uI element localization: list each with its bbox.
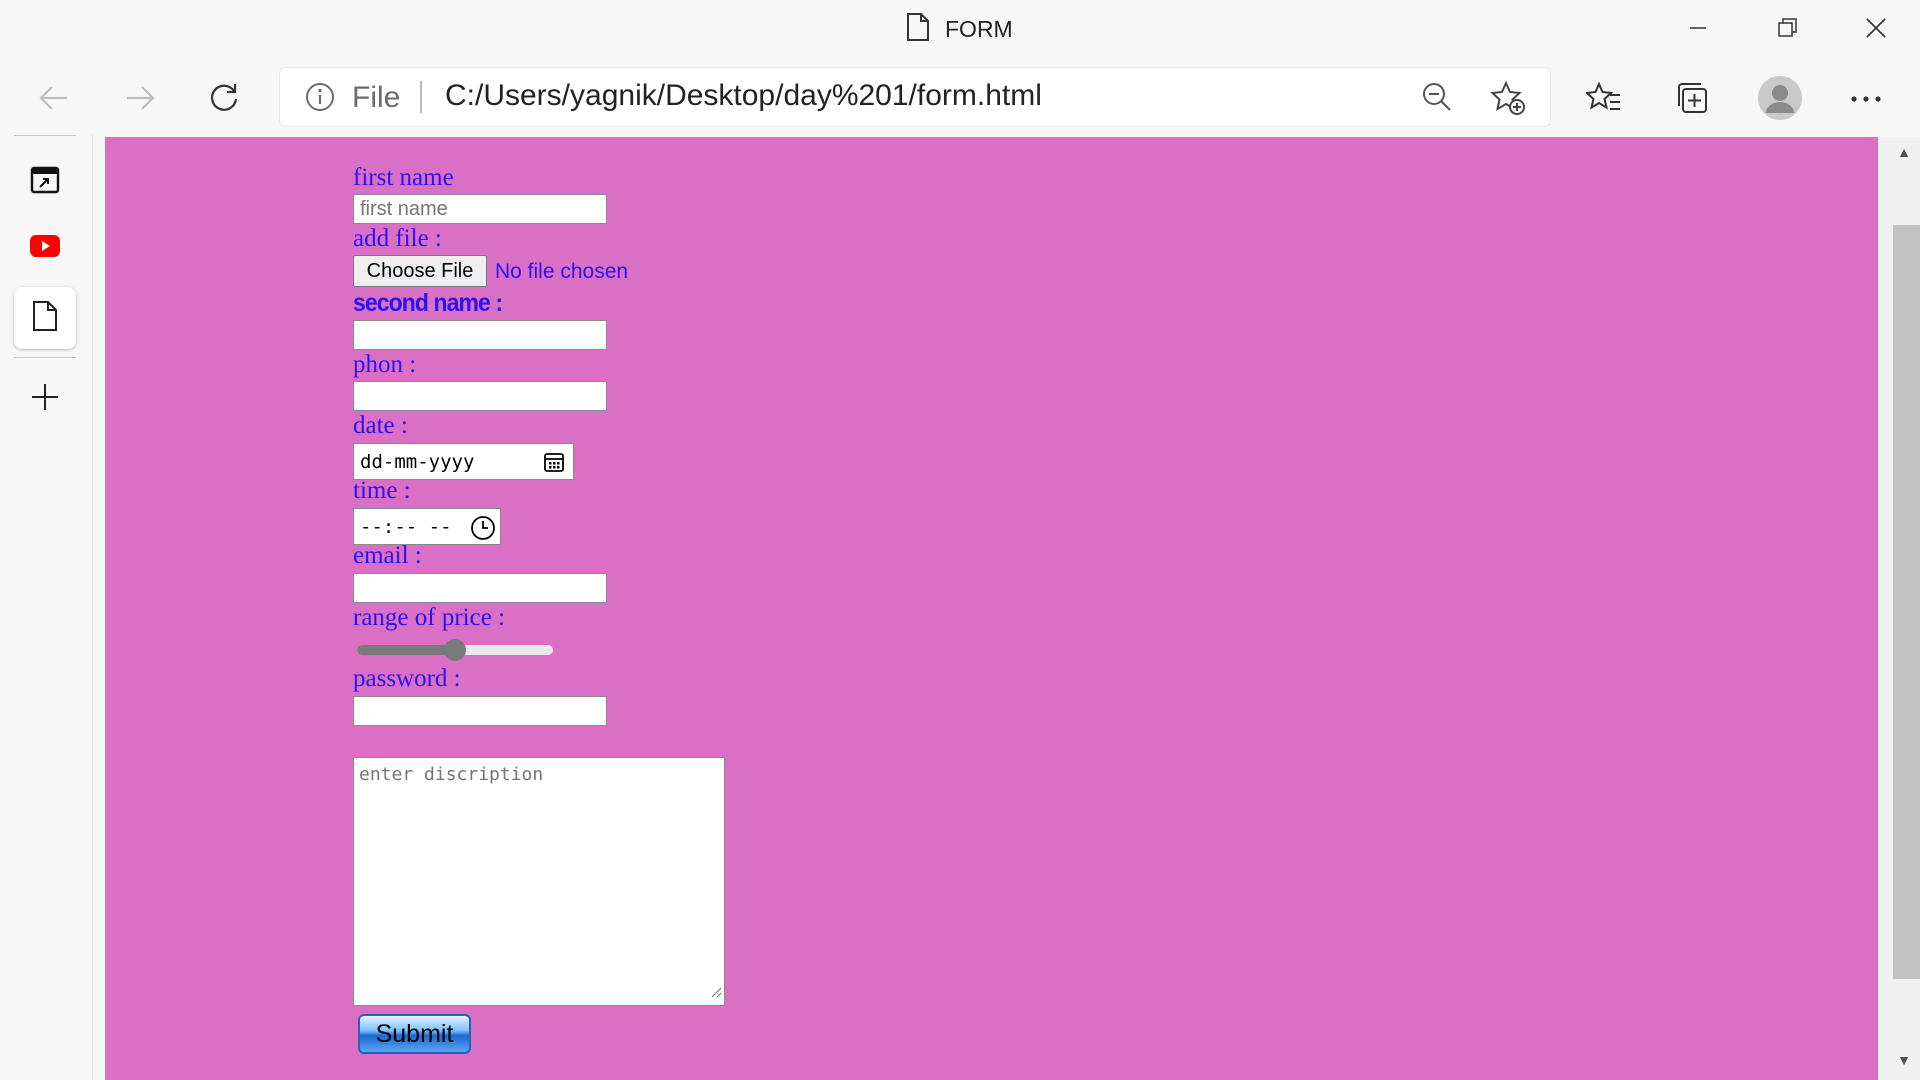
document-icon (31, 300, 59, 337)
time-placeholder: --:-- -- (360, 516, 452, 538)
refresh-icon (207, 81, 241, 120)
forward-button[interactable] (116, 76, 164, 124)
calendar-icon[interactable] (543, 451, 565, 478)
url-text[interactable]: C:/Users/yagnik/Desktop/day%201/form.htm… (445, 79, 1042, 113)
sidebar-item-youtube[interactable] (14, 217, 76, 279)
range-thumb[interactable] (444, 639, 466, 661)
price-range-slider[interactable] (357, 639, 553, 661)
phone-label: phon : (353, 351, 417, 378)
back-button[interactable] (30, 76, 78, 124)
address-divider (420, 81, 422, 113)
date-placeholder: dd-mm-yyyy (360, 451, 475, 473)
first-name-input[interactable] (353, 194, 607, 224)
window-title: FORM (905, 12, 1013, 47)
description-placeholder: enter discription (359, 764, 544, 785)
more-button[interactable] (1842, 76, 1890, 124)
collections-icon (1674, 80, 1710, 121)
info-icon[interactable] (304, 81, 336, 118)
youtube-icon (30, 234, 60, 262)
date-input[interactable]: dd-mm-yyyy (353, 443, 574, 480)
minimize-button[interactable] (1668, 10, 1728, 46)
close-button[interactable] (1846, 10, 1906, 46)
scroll-up-icon[interactable]: ▲ (1894, 144, 1914, 160)
password-input[interactable] (353, 696, 607, 726)
sidebar-divider (14, 357, 76, 358)
email-label: email : (353, 542, 422, 569)
phone-input[interactable] (353, 381, 607, 411)
app-icon (30, 165, 60, 200)
time-label: time : (353, 477, 411, 504)
title-bar: FORM (0, 0, 1920, 60)
favorites-icon (1584, 81, 1622, 120)
choose-file-button[interactable]: Choose File (353, 255, 487, 287)
email-input[interactable] (353, 573, 607, 603)
page-content: first name add file : Choose File No fil… (105, 137, 1878, 1080)
page-scrollbar[interactable]: ▲ ▼ (1878, 137, 1920, 1080)
browser-sidebar (0, 135, 93, 1080)
window-title-text: FORM (945, 16, 1013, 42)
sidebar-item-app[interactable] (14, 151, 76, 213)
browser-chrome: FORM File C:/Users/yagnik/Desktop/day%20… (0, 0, 1920, 135)
profile-button[interactable] (1754, 74, 1806, 126)
favorites-button[interactable] (1580, 76, 1628, 124)
address-bar[interactable]: File C:/Users/yagnik/Desktop/day%201/for… (280, 68, 1550, 126)
zoom-out-icon[interactable] (1420, 80, 1454, 119)
resize-handle-icon[interactable] (710, 982, 722, 1003)
no-file-text: No file chosen (495, 260, 629, 283)
scroll-down-icon[interactable]: ▼ (1894, 1052, 1914, 1068)
profile-avatar-icon (1757, 75, 1803, 126)
date-label: date : (353, 412, 408, 439)
description-textarea[interactable]: enter discription (353, 757, 725, 1006)
restore-button[interactable] (1758, 10, 1818, 46)
scheme-label: File (352, 81, 401, 114)
sidebar-item-document[interactable] (14, 287, 76, 349)
range-label: range of price : (353, 604, 506, 631)
second-name-label: second name : (353, 289, 503, 317)
first-name-label: first name (353, 164, 454, 191)
time-input[interactable]: --:-- -- (353, 508, 501, 545)
range-fill (357, 645, 455, 655)
collections-button[interactable] (1668, 76, 1716, 124)
clock-icon[interactable] (470, 515, 496, 546)
sidebar-item-add[interactable] (14, 368, 76, 430)
back-arrow-icon (37, 83, 71, 118)
sidebar-divider-top (14, 135, 76, 136)
scroll-thumb[interactable] (1893, 225, 1920, 979)
forward-arrow-icon (123, 83, 157, 118)
submit-button[interactable]: Submit (358, 1014, 471, 1054)
add-favorite-icon[interactable] (1490, 80, 1526, 121)
refresh-button[interactable] (200, 76, 248, 124)
password-label: password : (353, 665, 461, 692)
more-icon (1850, 91, 1882, 109)
add-icon (30, 382, 60, 417)
page-icon (905, 12, 931, 47)
add-file-label: add file : (353, 225, 442, 252)
second-name-input[interactable] (353, 320, 607, 350)
